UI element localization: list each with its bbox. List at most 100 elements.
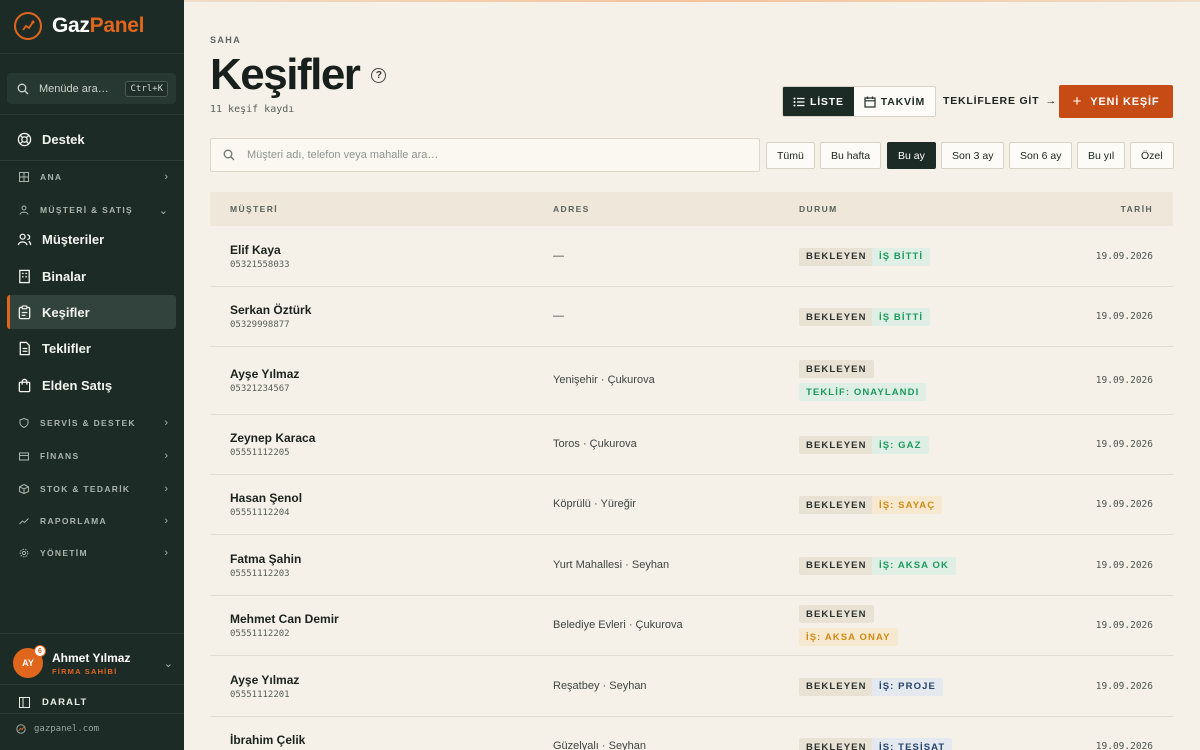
date-cell: 19.09.2026 bbox=[1095, 439, 1153, 450]
table-row[interactable]: Fatma Şahin 05551112203 Yurt Mahallesi · S… bbox=[210, 535, 1173, 596]
table-row[interactable]: Mehmet Can Demir 05551112202 Belediye Evle… bbox=[210, 596, 1173, 656]
sidebar-group-ana[interactable]: ANA › bbox=[16, 168, 168, 186]
help-icon[interactable]: ? bbox=[371, 67, 387, 83]
customer-phone: 05551112203 bbox=[230, 568, 290, 579]
calendar-icon bbox=[864, 96, 876, 108]
status-badge: BEKLEYEN bbox=[799, 496, 874, 514]
customer-phone: 05321234567 bbox=[230, 384, 290, 394]
chevron-right-icon: › bbox=[164, 483, 168, 495]
view-calendar-label: TAKVİM bbox=[880, 95, 926, 108]
arrow-right-icon: → bbox=[1045, 95, 1058, 107]
menu-search[interactable]: Menüde ara… Ctrl+K bbox=[7, 73, 176, 104]
sidebar-group-yonetim[interactable]: YÖNETİM › bbox=[16, 544, 168, 562]
customer-phone: 05321558033 bbox=[230, 259, 290, 270]
sidebar-group-musteri-satis[interactable]: MÜŞTERİ & SATIŞ ⌄ bbox=[16, 201, 168, 219]
table-row[interactable]: İbrahim Çelik Güzelyalı · Seyhan BEKLEYEN İ… bbox=[210, 717, 1173, 750]
table-row[interactable]: Hasan Şenol 05551112204 Köprülü · Yüreğir B… bbox=[210, 475, 1173, 535]
sidebar-group-raporlama[interactable]: RAPORLAMA › bbox=[16, 512, 168, 530]
customer-name[interactable]: Mehmet Can Demir bbox=[230, 612, 339, 626]
column-header-address[interactable]: ADRES bbox=[553, 204, 590, 214]
customer-name[interactable]: Serkan Öztürk bbox=[230, 303, 311, 317]
filter-chip[interactable]: Son 3 ay bbox=[941, 142, 1005, 169]
view-list-label: LİSTE bbox=[810, 95, 844, 108]
filter-chip[interactable]: Bu ay bbox=[887, 142, 936, 169]
sidebar-item-elden-satis[interactable]: Elden Satış bbox=[7, 368, 176, 402]
main-content: SAHA Keşifler ? 11 keşif kaydı LİSTE TAK… bbox=[184, 0, 1200, 750]
surveys-table: MÜŞTERİ ADRES DURUM TARİH Elif Kaya 05321… bbox=[210, 192, 1173, 750]
brand-name-part2: Panel bbox=[89, 14, 145, 37]
box-icon bbox=[16, 481, 32, 497]
brand[interactable]: GazPanel bbox=[14, 12, 144, 40]
customer-name[interactable]: Fatma Şahin bbox=[230, 552, 301, 566]
sidebar-group-finans[interactable]: FİNANS › bbox=[16, 447, 168, 465]
menu-search-placeholder: Menüde ara… bbox=[39, 82, 109, 95]
collapse-sidebar-button[interactable]: DARALT bbox=[16, 694, 88, 710]
table-row[interactable]: Ayşe Yılmaz 05321234567 Yenişehir · Çukuro… bbox=[210, 347, 1173, 415]
status-badge: BEKLEYEN bbox=[799, 556, 874, 575]
view-toggle: LİSTE TAKVİM bbox=[782, 86, 937, 117]
filter-chip[interactable]: Bu hafta bbox=[820, 142, 882, 169]
brand-logo-icon bbox=[14, 12, 42, 40]
column-header-date[interactable]: TARİH bbox=[1121, 204, 1153, 214]
table-header: MÜŞTERİ ADRES DURUM TARİH bbox=[210, 192, 1173, 226]
wallet-icon bbox=[16, 448, 32, 464]
view-calendar-button[interactable]: TAKVİM bbox=[853, 87, 936, 116]
table-row[interactable]: Ayşe Yılmaz 05551112201 Reşatbey · Seyhan B… bbox=[210, 656, 1173, 717]
table-body: Elif Kaya 05321558033— BEKLEYEN İŞ BİTTİ 19.… bbox=[210, 226, 1173, 750]
sidebar-group-stok[interactable]: STOK & TEDARİK › bbox=[16, 480, 168, 498]
status-badge: BEKLEYEN bbox=[799, 308, 874, 326]
status-badge: BEKLEYEN bbox=[799, 247, 874, 266]
customer-phone: 05551112205 bbox=[230, 448, 290, 458]
table-row[interactable]: Elif Kaya 05321558033 — BEKLEYEN İŞ BİTTİ 19.… bbox=[210, 226, 1173, 287]
new-survey-button[interactable]: + YENİ KEŞİF bbox=[1059, 85, 1173, 118]
sidebar-item-binalar[interactable]: Binalar bbox=[7, 259, 176, 293]
users-icon bbox=[16, 202, 32, 218]
filter-chip[interactable]: Tümü bbox=[766, 142, 815, 169]
column-header-status[interactable]: DURUM bbox=[799, 204, 838, 214]
view-list-button[interactable]: LİSTE bbox=[783, 87, 854, 116]
address-cell: Köprülü · Yüreğir bbox=[553, 498, 636, 510]
sidebar-item-destek[interactable]: Destek bbox=[7, 122, 176, 156]
table-row[interactable]: Zeynep Karaca 05551112205 Toros · Çukurova… bbox=[210, 415, 1173, 475]
sidebar-group-servis[interactable]: SERVİS & DESTEK › bbox=[16, 414, 168, 432]
notification-badge[interactable]: 6 bbox=[34, 645, 46, 657]
clipboard-icon bbox=[16, 304, 32, 320]
users-icon bbox=[16, 231, 32, 247]
user-name: Ahmet Yılmaz bbox=[52, 650, 131, 665]
brand-logo-small-icon bbox=[16, 724, 26, 734]
status-badge: BEKLEYEN bbox=[799, 605, 874, 623]
sidebar-item-teklifler[interactable]: Teklifler bbox=[7, 331, 176, 365]
divider bbox=[0, 114, 184, 115]
building-icon bbox=[16, 268, 32, 284]
column-header-customer[interactable]: MÜŞTERİ bbox=[230, 204, 278, 214]
chevron-down-icon: ⌄ bbox=[163, 657, 173, 670]
table-row[interactable]: Serkan Öztürk 05329998877 — BEKLEYEN İŞ BİTT… bbox=[210, 287, 1173, 347]
customer-name[interactable]: Ayşe Yılmaz bbox=[230, 367, 299, 381]
filter-chip[interactable]: Bu yıl bbox=[1077, 142, 1126, 169]
page-title: Keşifler bbox=[210, 50, 361, 99]
customer-name[interactable]: Ayşe Yılmaz bbox=[230, 673, 299, 687]
customer-name[interactable]: Zeynep Karaca bbox=[230, 431, 315, 445]
goto-offers-link[interactable]: TEKLİFLERE GİT → bbox=[943, 95, 1057, 107]
filter-chip[interactable]: Son 6 ay bbox=[1009, 142, 1073, 169]
search-input[interactable]: Müşteri adı, telefon veya mahalle ara… bbox=[210, 138, 760, 172]
filter-chip[interactable]: Özel bbox=[1130, 142, 1174, 169]
collapse-label: DARALT bbox=[42, 696, 88, 708]
date-cell: 19.09.2026 bbox=[1095, 680, 1153, 692]
customer-name[interactable]: Hasan Şenol bbox=[230, 491, 302, 505]
user-menu[interactable]: AY 6 Ahmet Yılmaz FİRMA SAHİBİ ⌄ bbox=[13, 645, 173, 679]
customer-name[interactable]: Elif Kaya bbox=[230, 243, 281, 257]
address-cell: — bbox=[553, 310, 564, 322]
chevron-right-icon: › bbox=[164, 171, 168, 183]
address-cell: Belediye Evleri · Çukurova bbox=[553, 619, 683, 631]
sidebar-item-musteriler[interactable]: Müşteriler bbox=[7, 222, 176, 256]
user-role: FİRMA SAHİBİ bbox=[52, 666, 118, 676]
site-url: gazpanel.com bbox=[34, 724, 100, 734]
title-row: Keşifler ? bbox=[210, 50, 387, 100]
customer-name[interactable]: İbrahim Çelik bbox=[230, 733, 305, 747]
site-link[interactable]: gazpanel.com bbox=[16, 724, 99, 734]
trend-icon bbox=[16, 513, 32, 529]
sidebar-item-kesifler[interactable]: Keşifler bbox=[7, 295, 176, 329]
chevron-down-icon: ⌄ bbox=[158, 204, 168, 217]
customer-phone: 05551112202 bbox=[230, 629, 290, 639]
